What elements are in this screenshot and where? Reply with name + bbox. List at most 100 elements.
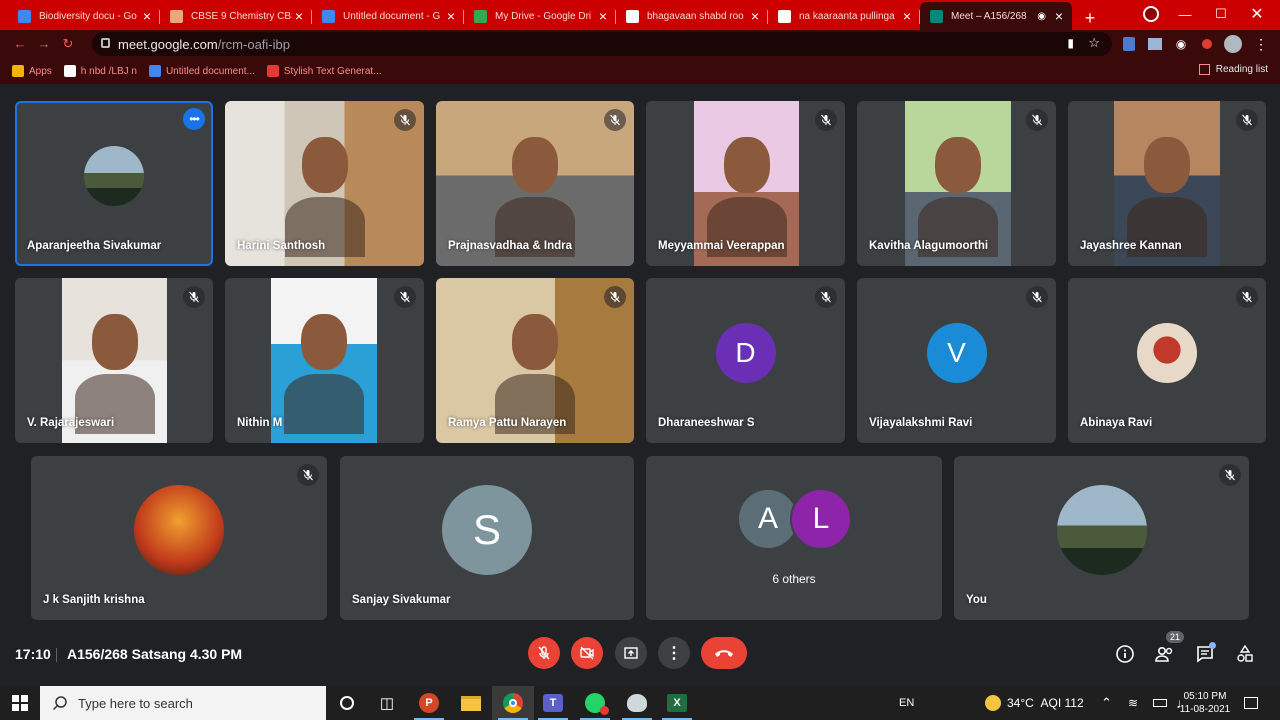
participant-tile[interactable]: Ramya Pattu Narayen — [436, 278, 634, 443]
tab-title: bhagavaan shabd roo — [647, 10, 744, 22]
camera-icon[interactable]: ▮ — [1067, 36, 1074, 50]
extension-icon[interactable] — [1198, 35, 1216, 53]
close-tab-icon[interactable]: × — [140, 8, 154, 24]
profile-recording-icon[interactable] — [1134, 0, 1168, 28]
reading-list-button[interactable]: Reading list — [1198, 64, 1268, 75]
excel-app[interactable]: X — [656, 686, 698, 720]
new-tab-button[interactable]: + — [1076, 6, 1104, 30]
bookmark-item[interactable]: Stylish Text Generat... — [266, 65, 382, 77]
close-window-button[interactable]: ✕ — [1240, 0, 1274, 28]
bookmark-star-icon[interactable]: ☆ — [1088, 35, 1100, 51]
forward-icon[interactable]: → — [32, 36, 56, 52]
bookmark-item[interactable]: Apps — [12, 65, 52, 77]
wifi-icon[interactable]: ≋ — [1128, 686, 1138, 720]
present-screen-button[interactable] — [615, 637, 647, 669]
extension-icon[interactable]: ◉ — [1172, 35, 1190, 53]
close-tab-icon[interactable]: × — [292, 8, 306, 24]
excel-icon: X — [667, 694, 687, 712]
back-icon[interactable]: ← — [8, 36, 32, 52]
participant-tile[interactable]: S Sanjay Sivakumar — [340, 456, 634, 620]
others-tile[interactable]: A L 6 others — [646, 456, 942, 620]
weather-widget[interactable]: 34°C AQI 112 — [985, 686, 1084, 720]
avatar-letter: A — [757, 502, 778, 535]
windows-logo-icon — [12, 695, 28, 711]
cortana-button[interactable] — [326, 686, 368, 720]
participant-tile[interactable]: V. Rajarajeswari — [15, 278, 213, 443]
person-face — [723, 137, 770, 194]
paint-app[interactable] — [616, 686, 658, 720]
close-tab-icon[interactable]: × — [900, 8, 914, 24]
participant-tile[interactable]: Jayashree Kannan — [1068, 101, 1266, 266]
extension-icon[interactable] — [1146, 35, 1164, 53]
info-icon — [1116, 645, 1134, 663]
powerpoint-app[interactable]: P — [408, 686, 450, 720]
maximize-button[interactable]: ☐ — [1204, 0, 1238, 28]
browser-tab[interactable]: My Drive - Google Dri × — [464, 2, 616, 30]
minimize-button[interactable]: — — [1168, 0, 1202, 28]
battery-icon[interactable] — [1153, 686, 1167, 720]
notifications-button[interactable] — [1244, 686, 1258, 720]
avatar: S — [442, 485, 532, 575]
hang-up-icon — [715, 650, 733, 657]
people-button[interactable]: 21 — [1153, 631, 1185, 666]
chrome-app[interactable] — [492, 686, 534, 720]
extension-icon[interactable] — [1120, 35, 1138, 53]
bookmark-item[interactable]: h nbd /LBJ n — [63, 65, 137, 77]
tab-title: My Drive - Google Dri — [495, 10, 592, 22]
google-icon — [778, 9, 791, 23]
participant-tile[interactable]: Prajnasvadhaa & Indra — [436, 101, 634, 266]
start-button[interactable] — [0, 686, 40, 720]
camera-off-button[interactable] — [571, 637, 603, 669]
participant-tile[interactable]: Nithin M — [225, 278, 424, 443]
close-tab-icon[interactable]: × — [444, 8, 458, 24]
browser-tab[interactable]: na kaaraanta pullinga × — [768, 2, 920, 30]
reload-icon[interactable]: ↻ — [56, 36, 80, 52]
meeting-details-button[interactable] — [1113, 642, 1137, 666]
browser-tab[interactable]: Biodiversity docu - Go × — [8, 2, 160, 30]
participant-tile[interactable]: J k Sanjith krishna — [31, 456, 327, 620]
notification-icon — [1244, 697, 1258, 709]
browser-tab[interactable]: Meet – A156/268 ◉ × — [920, 2, 1072, 30]
teams-app[interactable]: T — [532, 686, 574, 720]
participant-tile[interactable]: Harini Santhosh — [225, 101, 424, 266]
chat-notification-dot — [1209, 642, 1216, 649]
browser-tab[interactable]: Untitled document - G × — [312, 2, 464, 30]
chat-button[interactable] — [1193, 642, 1217, 666]
activities-button[interactable] — [1233, 642, 1257, 666]
participant-options-button[interactable]: ••• — [183, 108, 205, 130]
file-explorer-app[interactable] — [450, 686, 492, 720]
taskbar-search-box[interactable]: Type here to search — [40, 686, 326, 720]
bookmark-label: h nbd /LBJ n — [80, 65, 137, 77]
participant-tile[interactable]: Kavitha Alagumoorthi — [857, 101, 1056, 266]
avatar: V — [926, 322, 987, 383]
participant-tile[interactable]: V Vijayalakshmi Ravi — [857, 278, 1056, 443]
language-indicator[interactable]: EN — [899, 686, 914, 720]
participant-tile[interactable]: D Dharaneeshwar S — [646, 278, 845, 443]
participant-tile[interactable]: Abinaya Ravi — [1068, 278, 1266, 443]
menu-dots-icon[interactable]: ⋮ — [1252, 35, 1270, 53]
mic-off-button[interactable] — [528, 637, 560, 669]
tray-expand-icon[interactable]: ⌃ — [1101, 686, 1112, 720]
system-clock[interactable]: 05:10 PM 11-08-2021 — [1176, 686, 1234, 720]
leave-call-button[interactable] — [701, 637, 747, 669]
task-view-button[interactable]: ◫ — [366, 686, 408, 720]
close-tab-icon[interactable]: × — [1052, 8, 1066, 24]
tab-strip: Biodiversity docu - Go × CBSE 9 Chemistry … — [0, 0, 1280, 30]
address-bar[interactable]: meet.google.com/rcm-oafi-ibp ▮ ☆ — [92, 32, 1112, 56]
participant-tile[interactable]: Meyyammai Veerappan — [646, 101, 845, 266]
muted-mic-icon — [604, 286, 626, 308]
participant-tile[interactable]: Aparanjeetha Sivakumar ••• — [15, 101, 213, 266]
close-tab-icon[interactable]: × — [596, 8, 610, 24]
avatar-photo — [1137, 322, 1197, 383]
profile-avatar[interactable] — [1224, 35, 1242, 53]
browser-tab[interactable]: CBSE 9 Chemistry CBS × — [160, 2, 312, 30]
more-options-button[interactable]: ⋮ — [658, 637, 690, 669]
participant-tile[interactable]: You — [954, 456, 1249, 620]
browser-tab[interactable]: bhagavaan shabd roo × — [616, 2, 768, 30]
person-face — [935, 137, 981, 194]
close-tab-icon[interactable]: × — [748, 8, 762, 24]
whatsapp-app[interactable] — [574, 686, 616, 720]
meeting-clock: 17:10 — [15, 646, 51, 662]
person-face — [91, 314, 138, 371]
bookmark-item[interactable]: Untitled document... — [148, 65, 255, 77]
